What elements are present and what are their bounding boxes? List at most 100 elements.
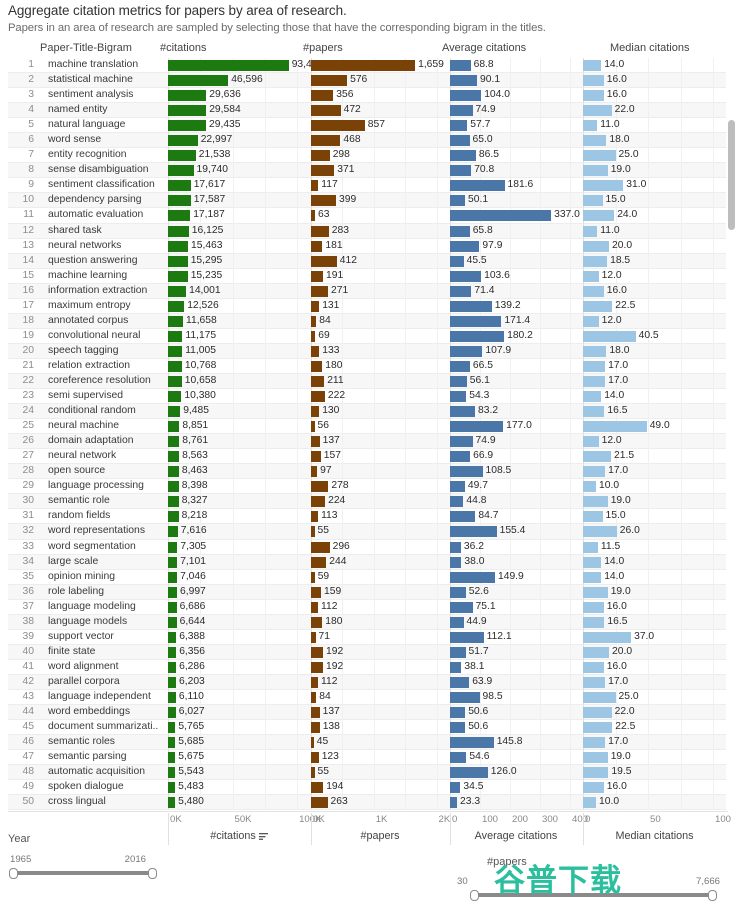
- table-row[interactable]: 45 document summarizati.. 5,765 138 50.6 22.5: [8, 720, 726, 736]
- bar-citations[interactable]: [168, 391, 182, 403]
- bar-papers[interactable]: [311, 737, 314, 749]
- bar-avg[interactable]: [450, 797, 457, 809]
- bar-papers[interactable]: [311, 571, 315, 583]
- bar-papers[interactable]: [311, 406, 320, 418]
- table-row[interactable]: 48 automatic acquisition 5,543 55 126.0 19.5: [8, 765, 726, 781]
- bar-papers[interactable]: [311, 601, 318, 613]
- bar-median[interactable]: [583, 436, 599, 448]
- bar-median[interactable]: [583, 601, 604, 613]
- bar-papers[interactable]: [311, 797, 328, 809]
- bar-citations[interactable]: [168, 150, 196, 162]
- bar-median[interactable]: [583, 586, 608, 598]
- column-header-bigram[interactable]: Paper-Title-Bigram: [40, 42, 132, 54]
- bar-citations[interactable]: [168, 616, 177, 628]
- table-row[interactable]: 35 opinion mining 7,046 59 149.9 14.0: [8, 569, 726, 585]
- bar-avg[interactable]: [450, 135, 470, 147]
- bar-citations[interactable]: [168, 120, 206, 132]
- sort-descending-icon[interactable]: [258, 831, 268, 843]
- table-row[interactable]: 10 dependency parsing 17,587 399 50.1 15.0: [8, 193, 726, 209]
- bar-papers[interactable]: [311, 646, 323, 658]
- bar-median[interactable]: [583, 676, 606, 688]
- bar-papers[interactable]: [311, 586, 321, 598]
- bar-citations[interactable]: [168, 631, 177, 643]
- table-row[interactable]: 33 word segmentation 7,305 296 36.2 11.5: [8, 539, 726, 555]
- table-row[interactable]: 14 question answering 15,295 412 45.5 18.5: [8, 253, 726, 269]
- table-row[interactable]: 6 word sense 22,997 468 65.0 18.0: [8, 133, 726, 149]
- bar-avg[interactable]: [450, 526, 497, 538]
- bar-avg[interactable]: [450, 150, 476, 162]
- table-row[interactable]: 15 machine learning 15,235 191 103.6 12.0: [8, 268, 726, 284]
- bar-papers[interactable]: [311, 60, 416, 71]
- bar-citations[interactable]: [168, 451, 180, 463]
- bar-citations[interactable]: [168, 496, 179, 508]
- bar-median[interactable]: [583, 315, 599, 327]
- table-row[interactable]: 24 conditional random 9,485 130 83.2 16.5: [8, 404, 726, 420]
- bar-median[interactable]: [583, 722, 613, 734]
- bar-avg[interactable]: [450, 240, 480, 252]
- table-row[interactable]: 5 natural language 29,435 857 57.7 11.0: [8, 118, 726, 134]
- bar-citations[interactable]: [168, 421, 180, 433]
- table-row[interactable]: 19 convolutional neural 11,175 69 180.2 40.5: [8, 328, 726, 344]
- bar-papers[interactable]: [311, 255, 337, 267]
- bar-median[interactable]: [583, 391, 602, 403]
- bar-avg[interactable]: [450, 210, 552, 222]
- bar-papers[interactable]: [311, 391, 325, 403]
- table-row[interactable]: 18 annotated corpus 11,658 84 171.4 12.0: [8, 313, 726, 329]
- bar-avg[interactable]: [450, 601, 473, 613]
- bar-papers[interactable]: [311, 436, 320, 448]
- bar-avg[interactable]: [450, 676, 470, 688]
- bar-papers[interactable]: [311, 616, 323, 628]
- bar-citations[interactable]: [168, 75, 229, 87]
- table-row[interactable]: 20 speech tagging 11,005 133 107.9 18.0: [8, 343, 726, 359]
- bar-median[interactable]: [583, 646, 609, 658]
- table-row[interactable]: 34 large scale 7,101 244 38.0 14.0: [8, 554, 726, 570]
- bar-avg[interactable]: [450, 406, 475, 418]
- bar-papers[interactable]: [311, 210, 315, 222]
- bar-citations[interactable]: [168, 782, 176, 794]
- bar-citations[interactable]: [168, 330, 183, 342]
- bar-papers[interactable]: [311, 421, 315, 433]
- bar-citations[interactable]: [168, 767, 176, 779]
- bar-median[interactable]: [583, 661, 604, 673]
- bar-papers[interactable]: [311, 75, 348, 87]
- vertical-scrollbar-thumb[interactable]: [728, 120, 735, 230]
- bar-avg[interactable]: [450, 707, 466, 719]
- bar-papers[interactable]: [311, 285, 328, 297]
- table-row[interactable]: 25 neural machine 8,851 56 177.0 49.0: [8, 419, 726, 435]
- table-row[interactable]: 23 semi supervised 10,380 222 54.3 14.0: [8, 389, 726, 405]
- column-header-median[interactable]: Median citations: [610, 42, 690, 54]
- bar-median[interactable]: [583, 345, 607, 357]
- bar-median[interactable]: [583, 360, 606, 372]
- table-row[interactable]: 1 machine translation 93,495 1,659 68.8 14.0: [8, 58, 726, 74]
- bar-avg[interactable]: [450, 90, 482, 102]
- bar-citations[interactable]: [168, 195, 191, 207]
- table-row[interactable]: 39 support vector 6,388 71 112.1 37.0: [8, 629, 726, 645]
- bar-citations[interactable]: [168, 375, 182, 387]
- bar-median[interactable]: [583, 285, 604, 297]
- bar-median[interactable]: [583, 481, 596, 493]
- column-header-papers[interactable]: #papers: [303, 42, 343, 54]
- bar-papers[interactable]: [311, 782, 324, 794]
- bar-avg[interactable]: [450, 225, 470, 237]
- bar-avg[interactable]: [450, 285, 472, 297]
- axis-title-citations[interactable]: #citations: [168, 830, 310, 843]
- bar-median[interactable]: [583, 526, 617, 538]
- table-row[interactable]: 29 language processing 8,398 278 49.7 10.0: [8, 479, 726, 495]
- table-row[interactable]: 12 shared task 16,125 283 65.8 11.0: [8, 223, 726, 239]
- bar-median[interactable]: [583, 767, 609, 779]
- bar-citations[interactable]: [168, 240, 188, 252]
- bar-avg[interactable]: [450, 120, 468, 132]
- bar-median[interactable]: [583, 105, 612, 117]
- table-row[interactable]: 28 open source 8,463 97 108.5 17.0: [8, 464, 726, 480]
- bar-median[interactable]: [583, 150, 616, 162]
- bar-citations[interactable]: [168, 180, 191, 192]
- bar-median[interactable]: [583, 691, 616, 703]
- bar-citations[interactable]: [168, 285, 187, 297]
- table-row[interactable]: 9 sentiment classification 17,617 117 181.6 3…: [8, 178, 726, 194]
- table-row[interactable]: 2 statistical machine 46,596 576 90.1 16.0: [8, 73, 726, 89]
- bar-avg[interactable]: [450, 345, 483, 357]
- table-row[interactable]: 43 language independent 6,110 84 98.5 25.0: [8, 689, 726, 706]
- bar-avg[interactable]: [450, 255, 464, 267]
- bar-citations[interactable]: [168, 646, 177, 658]
- bar-avg[interactable]: [450, 511, 476, 523]
